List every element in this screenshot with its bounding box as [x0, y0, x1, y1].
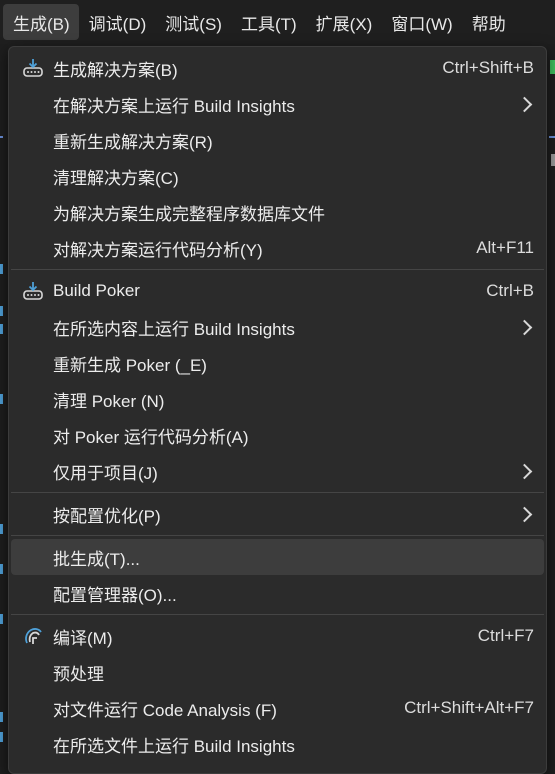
menu-separator [11, 269, 544, 270]
menu-separator [11, 614, 544, 615]
menu-item-run-code-analysis-poker[interactable]: 对 Poker 运行代码分析(A) [11, 417, 544, 453]
menu-item-label: 清理解决方案(C) [53, 168, 179, 188]
shortcut-label: Alt+F11 [476, 238, 534, 257]
menu-window[interactable]: 窗口(W) [381, 4, 461, 40]
menu-test[interactable]: 测试(S) [155, 4, 231, 40]
menu-item-rebuild-poker[interactable]: 重新生成 Poker (_E) [11, 345, 544, 381]
menu-item-label: 按配置优化(P) [53, 506, 161, 526]
menu-item-label: 为解决方案生成完整程序数据库文件 [53, 204, 325, 224]
build-icon [21, 56, 45, 80]
menu-item-label: 清理 Poker (N) [53, 391, 165, 411]
menu-item-label: Build Poker [53, 281, 140, 300]
menu-build[interactable]: 生成(B) [3, 4, 79, 40]
menu-item-label: 配置管理器(O)... [53, 585, 177, 605]
menu-item-run-build-insights-selection[interactable]: 在所选内容上运行 Build Insights [11, 309, 544, 345]
shortcut-label: Ctrl+Shift+Alt+F7 [404, 698, 534, 717]
background-editor-left [0, 44, 8, 774]
menu-extensions[interactable]: 扩展(X) [306, 4, 382, 40]
menu-item-label: 在解决方案上运行 Build Insights [53, 96, 295, 116]
menu-item-generate-program-database[interactable]: 为解决方案生成完整程序数据库文件 [11, 194, 544, 230]
menu-item-project-only[interactable]: 仅用于项目(J) [11, 453, 544, 489]
menu-item-run-code-analysis-file[interactable]: 对文件运行 Code Analysis (F) Ctrl+Shift+Alt+F… [11, 690, 544, 726]
compile-icon [21, 624, 45, 648]
menu-item-run-build-insights-solution[interactable]: 在解决方案上运行 Build Insights [11, 86, 544, 122]
menu-item-label: 仅用于项目(J) [53, 463, 158, 483]
menu-separator [11, 492, 544, 493]
menu-item-clean-poker[interactable]: 清理 Poker (N) [11, 381, 544, 417]
menu-item-label: 在所选内容上运行 Build Insights [53, 319, 295, 339]
menu-bar: 生成(B) 调试(D) 测试(S) 工具(T) 扩展(X) 窗口(W) 帮助 [0, 0, 555, 44]
chevron-right-icon [516, 319, 533, 335]
menu-item-build-solution[interactable]: 生成解决方案(B) Ctrl+Shift+B [11, 50, 544, 86]
menu-item-preprocess[interactable]: 预处理 [11, 654, 544, 690]
menu-item-label: 重新生成 Poker (_E) [53, 355, 207, 375]
menu-item-label: 对文件运行 Code Analysis (F) [53, 700, 277, 720]
menu-item-label: 批生成(T)... [53, 549, 140, 569]
menu-item-compile[interactable]: 编译(M) Ctrl+F7 [11, 618, 544, 654]
menu-item-label: 对解决方案运行代码分析(Y) [53, 240, 263, 260]
menu-debug[interactable]: 调试(D) [79, 4, 156, 40]
menu-item-pgo[interactable]: 按配置优化(P) [11, 496, 544, 532]
menu-item-run-code-analysis-solution[interactable]: 对解决方案运行代码分析(Y) Alt+F11 [11, 230, 544, 266]
menu-separator [11, 535, 544, 536]
chevron-right-icon [516, 506, 533, 522]
menu-item-build-poker[interactable]: Build Poker Ctrl+B [11, 273, 544, 309]
menu-item-clean-solution[interactable]: 清理解决方案(C) [11, 158, 544, 194]
build-icon [21, 279, 45, 303]
menu-item-batch-build[interactable]: 批生成(T)... [11, 539, 544, 575]
build-dropdown-menu: 生成解决方案(B) Ctrl+Shift+B 在解决方案上运行 Build In… [8, 46, 547, 774]
menu-tools[interactable]: 工具(T) [231, 4, 306, 40]
menu-item-label: 对 Poker 运行代码分析(A) [53, 427, 249, 447]
menu-item-label: 生成解决方案(B) [53, 60, 178, 80]
menu-help[interactable]: 帮助 [462, 4, 515, 40]
shortcut-label: Ctrl+F7 [477, 626, 534, 645]
chevron-right-icon [516, 96, 533, 112]
menu-item-label: 重新生成解决方案(R) [53, 132, 213, 152]
menu-item-rebuild-solution[interactable]: 重新生成解决方案(R) [11, 122, 544, 158]
menu-item-label: 预处理 [53, 664, 104, 684]
menu-item-configuration-manager[interactable]: 配置管理器(O)... [11, 575, 544, 611]
menu-item-label: 在所选文件上运行 Build Insights [53, 736, 295, 756]
background-editor-right [547, 44, 555, 774]
shortcut-label: Ctrl+Shift+B [442, 58, 534, 77]
run-indicator [550, 60, 555, 74]
chevron-right-icon [516, 463, 533, 479]
menu-item-label: 编译(M) [53, 628, 113, 648]
shortcut-label: Ctrl+B [486, 281, 534, 300]
menu-item-run-build-insights-files[interactable]: 在所选文件上运行 Build Insights [11, 726, 544, 762]
